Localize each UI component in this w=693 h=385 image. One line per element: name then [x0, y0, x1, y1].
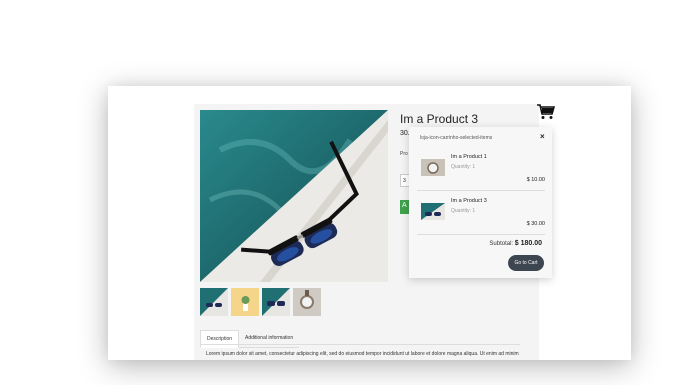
- subtotal-label: Subtotal:: [489, 241, 514, 247]
- cart-item-name[interactable]: Im a Product 1: [451, 154, 487, 160]
- cart-item-thumbnail[interactable]: [421, 159, 445, 176]
- cart-subtotal: Subtotal: $ 180.00: [489, 240, 542, 247]
- cart-item: Im a Product 3 Quantity: 1 $ 30.00: [417, 195, 545, 235]
- thumbnail-4[interactable]: [293, 288, 321, 316]
- mini-cart-title: loja-icon-carrinho-selected-items: [420, 135, 493, 141]
- thumbnail-1[interactable]: [200, 288, 228, 316]
- product-title: Im a Product 3: [400, 112, 479, 126]
- thumbnail-2[interactable]: [231, 288, 259, 316]
- description-text: Lorem ipsum dolor sit amet, consectetur …: [206, 351, 519, 357]
- cart-item-name[interactable]: Im a Product 3: [451, 198, 487, 204]
- cart-item-price: $ 30.00: [526, 221, 545, 227]
- go-to-cart-button[interactable]: Go to Cart: [508, 255, 544, 271]
- cart-item-quantity: Quantity: 1: [451, 164, 476, 170]
- screenshot-card: Description Additional information Lorem…: [108, 86, 631, 360]
- cart-item-quantity: Quantity: 1: [451, 208, 476, 214]
- cart-item: Im a Product 1 Quantity: 1 $ 10.00: [417, 151, 545, 191]
- tabs-divider: [200, 344, 520, 345]
- quantity-label: Pro: [400, 151, 408, 157]
- product-tabs: Description Additional information: [200, 330, 300, 348]
- cart-item-thumbnail[interactable]: [421, 203, 445, 220]
- close-icon[interactable]: ×: [540, 132, 545, 141]
- tab-additional-information[interactable]: Additional information: [239, 330, 300, 348]
- tab-description[interactable]: Description: [200, 330, 240, 348]
- thumbnail-3[interactable]: [262, 288, 290, 316]
- product-main-image[interactable]: [200, 110, 388, 282]
- sunglasses-photo: [200, 110, 388, 282]
- shopping-cart-icon[interactable]: [537, 104, 555, 120]
- product-thumbnails: [200, 288, 321, 316]
- cart-item-price: $ 10.00: [526, 177, 545, 183]
- mini-cart-popup: loja-icon-carrinho-selected-items × Im a…: [409, 127, 552, 278]
- subtotal-value: $ 180.00: [514, 240, 542, 247]
